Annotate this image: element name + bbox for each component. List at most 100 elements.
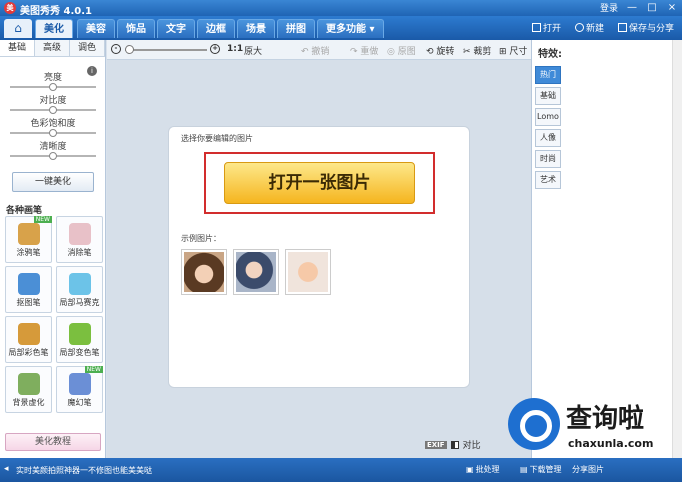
- recolor-icon: [68, 323, 91, 345]
- save-icon: [617, 23, 627, 32]
- effect-tab-art[interactable]: 艺术: [535, 171, 561, 189]
- magic-wand-icon: [68, 373, 91, 395]
- tab-basic[interactable]: 基础: [0, 40, 35, 56]
- brushes-title: 各种画笔: [6, 206, 43, 216]
- maximize-button[interactable]: □: [646, 2, 658, 14]
- highlight-frame: 打开一张图片: [204, 152, 435, 214]
- original-size-button[interactable]: 原大: [244, 44, 262, 57]
- resize-button[interactable]: ⊞ 尺寸: [499, 44, 527, 57]
- watermark-domain: chaxunla.com: [568, 437, 654, 450]
- tab-more-features[interactable]: 更多功能 ▾: [317, 19, 384, 38]
- tab-frame[interactable]: 边框: [197, 19, 235, 38]
- tab-collage[interactable]: 拼图: [277, 19, 315, 38]
- rotate-button[interactable]: ⟲ 旋转: [426, 44, 454, 57]
- title-bar: 美 美图秀秀 4.0.1 登录 — □ ×: [0, 0, 682, 17]
- close-button[interactable]: ×: [666, 2, 678, 14]
- exif-button[interactable]: EXIF: [425, 440, 447, 449]
- sample-images: [181, 249, 331, 295]
- new-badge: NEW: [33, 216, 52, 223]
- mosaic-icon: [68, 273, 91, 295]
- login-link[interactable]: 登录: [600, 1, 618, 14]
- batch-button[interactable]: ▣ 批处理: [466, 464, 500, 475]
- canvas-toolbar: - + 1:1 原大 ↶ 撤销 ↷ 重做 ◎ 原图 ⟲ 旋转 ✂ 裁剪 ⊞ 尺寸: [107, 40, 531, 60]
- tab-advanced[interactable]: 高级: [35, 40, 70, 56]
- compare-icon: [450, 440, 459, 449]
- tab-makeup[interactable]: 美容: [77, 19, 115, 38]
- open-image-button[interactable]: 打开一张图片: [224, 162, 415, 204]
- zoom-out-icon[interactable]: -: [111, 44, 121, 54]
- sharpness-slider: 清晰度: [10, 139, 96, 160]
- downloads-button[interactable]: ▤ 下载管理: [520, 464, 562, 475]
- brightness-slider: 亮度: [10, 70, 96, 91]
- effect-tab-lomo[interactable]: Lomo: [535, 108, 561, 126]
- saturation-knob[interactable]: [49, 129, 57, 137]
- one-key-beautify-button[interactable]: 一键美化: [12, 172, 94, 192]
- home-icon[interactable]: ⌂: [4, 19, 32, 38]
- eraser-icon: [68, 223, 91, 245]
- sample-image-1[interactable]: [181, 249, 227, 295]
- saturation-slider: 色彩饱和度: [10, 116, 96, 137]
- zoom-in-icon[interactable]: +: [210, 44, 220, 54]
- undo-button[interactable]: ↶ 撤销: [301, 44, 329, 57]
- minimize-button[interactable]: —: [626, 2, 638, 14]
- brush-icon: [17, 223, 40, 245]
- effect-tab-hot[interactable]: 热门: [535, 66, 561, 84]
- sharpness-knob[interactable]: [49, 152, 57, 160]
- open-image-card: 选择你要编辑的图片 打开一张图片 示例图片：: [168, 126, 470, 388]
- speaker-icon: ◂: [4, 464, 9, 474]
- cutout-icon: [17, 273, 40, 295]
- status-bar: ◂ 实时美颜拍照神器一不修图也能美美哒 ▣ 批处理 ▤ 下载管理 分享图片: [0, 458, 682, 482]
- crop-button[interactable]: ✂ 裁剪: [463, 44, 491, 57]
- beautify-tutorial-button[interactable]: 美化教程: [5, 433, 101, 451]
- sample-images-title: 示例图片：: [181, 234, 221, 243]
- watermark-logo-icon: [508, 398, 560, 450]
- eraser-brush-tool[interactable]: 消除笔: [56, 216, 103, 263]
- status-tip[interactable]: 实时美颜拍照神器一不修图也能美美哒: [16, 465, 152, 476]
- contrast-slider: 对比度: [10, 93, 96, 114]
- zoom-knob[interactable]: [125, 45, 135, 54]
- app-title: 美图秀秀 4.0.1: [20, 6, 92, 17]
- compare-button[interactable]: 对比: [463, 438, 481, 451]
- site-watermark: 查询啦 chaxunla.com: [504, 394, 682, 460]
- zoom-slider[interactable]: [125, 45, 207, 54]
- brightness-knob[interactable]: [49, 83, 57, 91]
- sample-image-3[interactable]: [285, 249, 331, 295]
- save-share-button[interactable]: 保存与分享: [617, 21, 674, 34]
- effect-tab-portrait[interactable]: 人像: [535, 129, 561, 147]
- canvas-area: 选择你要编辑的图片 打开一张图片 示例图片： EXIF 对比: [107, 60, 531, 458]
- app-logo-icon: 美: [4, 2, 16, 14]
- effect-tab-basic[interactable]: 基础: [535, 87, 561, 105]
- tab-text[interactable]: 文字: [157, 19, 195, 38]
- plus-icon: [574, 23, 584, 32]
- background-blur-tool[interactable]: 背景虚化: [5, 366, 52, 413]
- contrast-knob[interactable]: [49, 106, 57, 114]
- tab-scene[interactable]: 场景: [237, 19, 275, 38]
- sample-image-2[interactable]: [233, 249, 279, 295]
- brush-tools: 涂鸦笔 NEW 消除笔 抠图笔 局部马赛克 局部彩色笔 局部变色笔 背景虚化 魔幻…: [5, 216, 103, 413]
- new-button[interactable]: 新建: [574, 21, 604, 34]
- ratio-button[interactable]: 1:1: [227, 44, 243, 54]
- cutout-brush-tool[interactable]: 抠图笔: [5, 266, 52, 313]
- color-brush-tool[interactable]: 局部彩色笔: [5, 316, 52, 363]
- effect-tab-fashion[interactable]: 时尚: [535, 150, 561, 168]
- tab-color-tune[interactable]: 调色: [70, 40, 105, 56]
- new-badge: NEW: [84, 366, 103, 373]
- blur-icon: [17, 373, 40, 395]
- redo-button[interactable]: ↷ 重做: [350, 44, 378, 57]
- recolor-brush-tool[interactable]: 局部变色笔: [56, 316, 103, 363]
- tab-accessories[interactable]: 饰品: [117, 19, 155, 38]
- open-button[interactable]: 打开: [531, 21, 561, 34]
- effects-title: 特效:: [538, 49, 562, 60]
- doodle-brush-tool[interactable]: 涂鸦笔 NEW: [5, 216, 52, 263]
- source-image-button[interactable]: ◎ 原图: [387, 44, 416, 57]
- select-image-prompt: 选择你要编辑的图片: [181, 134, 253, 143]
- menu-bar: ⌂ 美化 美容 饰品 文字 边框 场景 拼图 更多功能 ▾ 打开 新建 保存与分…: [0, 16, 682, 40]
- adjust-panel: 基础 高级 调色 i 亮度 对比度 色彩饱和度 清晰度 一键美化 各种画笔 涂鸦…: [0, 40, 106, 458]
- folder-icon: [531, 23, 541, 32]
- share-image-button[interactable]: 分享图片: [572, 464, 604, 475]
- color-brush-icon: [17, 323, 40, 345]
- mosaic-brush-tool[interactable]: 局部马赛克: [56, 266, 103, 313]
- tab-beautify[interactable]: 美化: [35, 19, 73, 38]
- magic-brush-tool[interactable]: 魔幻笔 NEW: [56, 366, 103, 413]
- watermark-text: 查询啦: [566, 404, 645, 434]
